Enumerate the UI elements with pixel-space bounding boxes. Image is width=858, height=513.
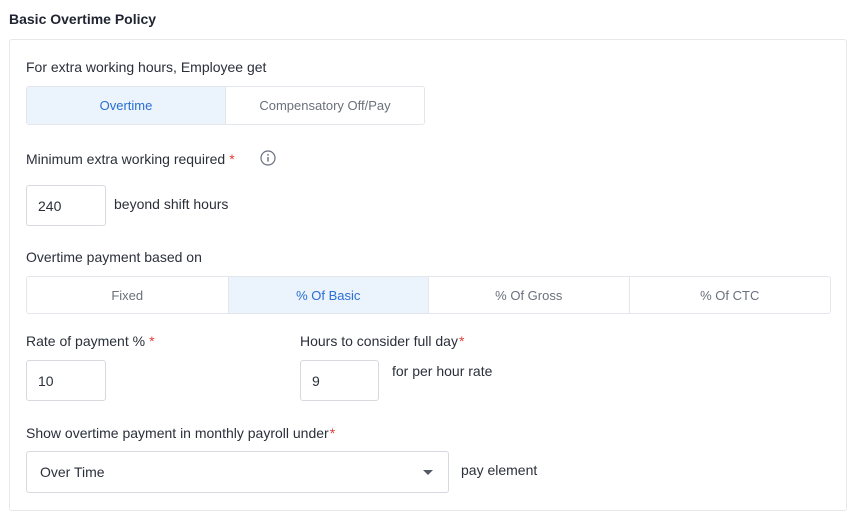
payroll-label-text: Show overtime payment in monthly payroll… [26,425,329,441]
minimum-extra-label: Minimum extra working required * [26,151,235,167]
option-fixed[interactable]: Fixed [27,277,228,313]
required-asterisk: * [149,333,155,349]
pay-element-suffix: pay element [461,462,538,478]
payroll-label: Show overtime payment in monthly payroll… [26,425,335,441]
pay-element-selected-value: Over Time [40,464,105,480]
required-asterisk: * [229,151,235,167]
required-asterisk: * [458,333,465,349]
payment-basis-toggle: Fixed % Of Basic % Of Gross % Of CTC [26,276,831,314]
full-day-suffix: for per hour rate [392,363,493,379]
extra-hours-label: For extra working hours, Employee get [26,59,267,75]
payment-basis-label: Overtime payment based on [26,249,202,265]
full-day-input[interactable]: 9 [300,360,379,401]
full-day-label: Hours to consider full day* [300,333,464,349]
minimum-extra-suffix: beyond shift hours [114,196,229,212]
option-percent-of-ctc[interactable]: % Of CTC [628,277,830,313]
option-percent-of-basic[interactable]: % Of Basic [227,277,428,313]
minimum-extra-input[interactable]: 240 [26,185,106,226]
info-icon[interactable] [260,150,276,166]
page-title: Basic Overtime Policy [9,11,157,27]
rate-label-text: Rate of payment % [26,333,146,349]
minimum-extra-label-text: Minimum extra working required [26,151,226,167]
extra-hours-toggle: Overtime Compensatory Off/Pay [26,86,425,125]
rate-input[interactable]: 10 [26,360,106,401]
required-asterisk: * [329,425,336,441]
full-day-label-text: Hours to consider full day [300,333,458,349]
pay-element-select[interactable]: Over Time [26,451,449,493]
option-percent-of-gross[interactable]: % Of Gross [428,277,629,313]
option-compensatory-off[interactable]: Compensatory Off/Pay [225,87,424,124]
rate-label: Rate of payment % * [26,333,155,349]
option-overtime[interactable]: Overtime [27,87,225,124]
caret-down-icon[interactable] [423,470,433,475]
